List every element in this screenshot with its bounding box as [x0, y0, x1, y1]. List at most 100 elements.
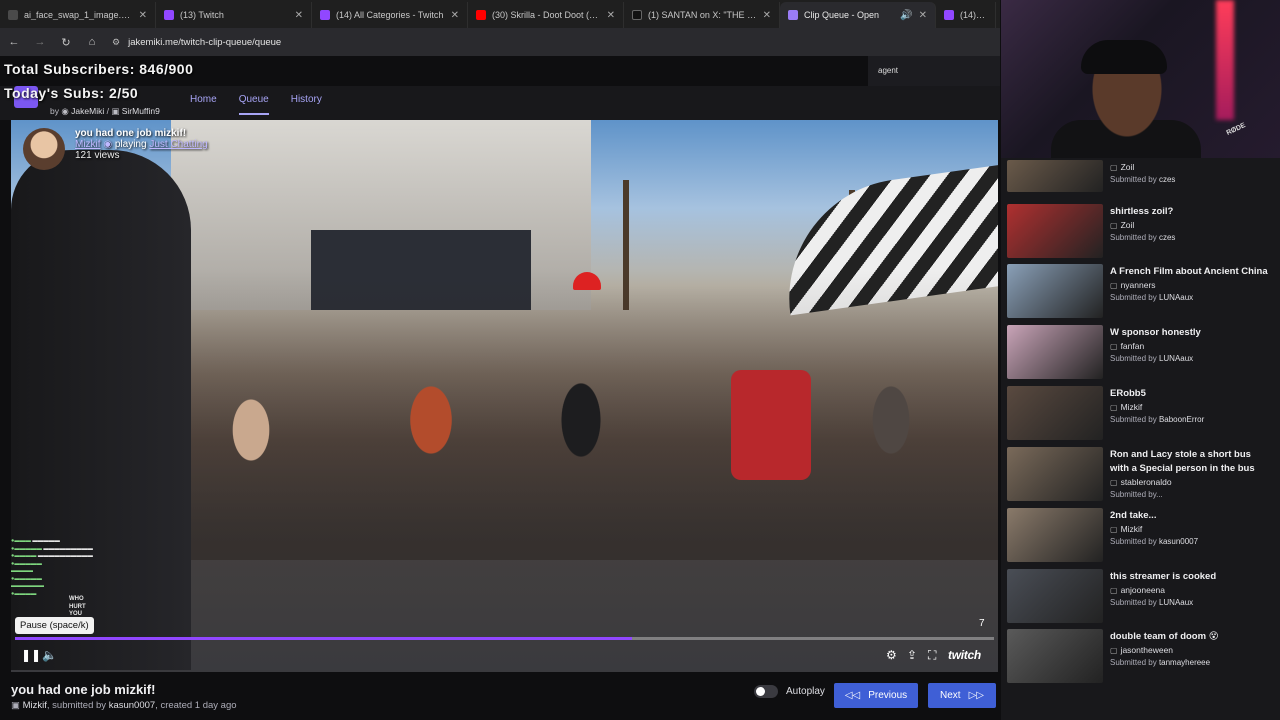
queue-submitter: LUNAaux [1158, 354, 1194, 363]
home-icon[interactable]: ⌂ [86, 36, 98, 48]
browser-tab[interactable]: (1) SANTAN on X: "THE BOY W ✕ [624, 2, 780, 28]
close-tab-icon[interactable]: ✕ [919, 10, 927, 21]
chat-user: ▬▬▬▬ [11, 568, 33, 574]
queue-item[interactable]: this streamer is cooked ▢ anjooneena Submit… [1007, 569, 1277, 625]
settings-gear-icon[interactable]: ⚙ [886, 648, 897, 662]
queue-channel: ▢ stableronaldo [1110, 476, 1268, 489]
tab-title: (13) Twitch [180, 10, 224, 20]
queue-title[interactable]: Ron and Lacy stole a short bus with a Sp… [1110, 448, 1268, 476]
tab-title: ai_face_swap_1_image.png (1548 [24, 10, 133, 20]
close-tab-icon[interactable]: ✕ [763, 10, 771, 21]
queue-channel-name: Zoil [1120, 162, 1135, 172]
queue-thumbnail[interactable] [1007, 325, 1103, 379]
clip-channel[interactable]: Mizkif [23, 700, 47, 711]
pause-icon[interactable]: ❚❚ [21, 648, 41, 662]
progress-bar[interactable] [15, 637, 994, 640]
queue-thumbnail[interactable] [1007, 508, 1103, 562]
queue-item[interactable]: ▢ Zoil Submitted by czes [1007, 160, 1277, 200]
share-icon[interactable]: ⇪ [907, 648, 917, 662]
back-icon[interactable]: ← [8, 36, 20, 48]
previous-button[interactable]: ◁◁ Previous [834, 683, 918, 708]
next-button[interactable]: Next ▷▷ [928, 683, 996, 708]
category-link[interactable]: Just Chatting [149, 139, 207, 150]
channel-link[interactable]: Mizkif [75, 139, 101, 150]
queue-title[interactable]: 2nd take... [1110, 509, 1268, 523]
browser-tab[interactable]: (14) All Categories - Twitch ✕ [312, 2, 468, 28]
chat-overlay: ●▬▬▬ ▬▬▬▬▬ ●▬▬▬▬▬ ▬▬▬▬▬▬▬▬▬ ●▬▬▬▬ ▬▬▬▬▬▬… [11, 538, 93, 617]
queue-item[interactable]: double team of doom 😵 ▢ jasontheween Submit… [1007, 629, 1277, 685]
queue-submitted: Submitted by BaboonError [1110, 414, 1268, 426]
url-field[interactable]: ⚙ jakemiki.me/twitch-clip-queue/queue [112, 37, 281, 48]
submitted-prefix: Submitted by [1110, 175, 1157, 184]
chat-user: ●▬▬▬▬▬ [11, 575, 42, 582]
chat-message: WHO HURT YOU [69, 596, 86, 617]
clip-submitter[interactable]: kasun0007 [109, 700, 155, 711]
queue-thumbnail[interactable] [1007, 264, 1103, 318]
submitted-by-label: , submitted by [46, 700, 107, 711]
close-tab-icon[interactable]: ✕ [607, 10, 615, 21]
site-nav: Home Queue History [190, 94, 322, 115]
queue-submitted: Submitted by czes [1110, 174, 1175, 186]
queue-channel: ▢ jasontheween [1110, 644, 1268, 657]
queue-title[interactable]: ERobb5 [1110, 387, 1268, 401]
queue-title[interactable]: W sponsor honestly [1110, 326, 1268, 340]
overlay-clip-title[interactable]: you had one job mizkif! [75, 128, 208, 139]
browser-tab[interactable]: (30) Skrilla - Doot Doot (6 7) (O ✕ [468, 2, 624, 28]
close-tab-icon[interactable]: ✕ [451, 10, 459, 21]
browser-tab-active[interactable]: Clip Queue - Open 🔊 ✕ [780, 2, 936, 28]
queue-thumbnail[interactable] [1007, 569, 1103, 623]
queue-text: 2nd take... ▢ Mizkif Submitted by kasun0007 [1110, 508, 1268, 564]
queue-item[interactable]: A French Film about Ancient China ▢ nyanne… [1007, 264, 1277, 320]
queue-thumbnail[interactable] [1007, 204, 1103, 258]
queue-item[interactable]: ERobb5 ▢ Mizkif Submitted by BaboonError [1007, 386, 1277, 442]
queue-thumbnail[interactable] [1007, 386, 1103, 440]
close-tab-icon[interactable]: ✕ [139, 10, 147, 21]
reload-icon[interactable]: ↻ [60, 36, 72, 49]
webcam-feed: RØDE [1001, 0, 1280, 158]
queue-title[interactable]: shirtless zoil? [1110, 205, 1268, 219]
channel-icon: ▢ [1110, 221, 1118, 230]
submitted-prefix: Submitted by [1110, 354, 1157, 363]
chat-user: ●▬▬▬▬ [11, 590, 37, 597]
browser-tab[interactable]: (14) (a) [936, 2, 996, 28]
fullscreen-icon[interactable]: ⛶ [928, 648, 936, 663]
forward-icon[interactable]: → [34, 36, 46, 48]
webcam-cap [1081, 40, 1167, 74]
site-info-icon[interactable]: ⚙ [112, 37, 120, 48]
queue-item[interactable]: W sponsor honestly ▢ fanfan Submitted by LU… [1007, 325, 1277, 381]
queue-submitter: kasun0007 [1158, 537, 1199, 546]
queue-title[interactable]: this streamer is cooked [1110, 570, 1268, 584]
channel-icon: ▢ [1110, 403, 1118, 412]
queue-thumbnail[interactable] [1007, 629, 1103, 683]
volume-icon[interactable]: 🔈 [42, 648, 57, 662]
autoplay-toggle[interactable] [754, 685, 778, 698]
nav-history[interactable]: History [291, 94, 322, 115]
browser-tab[interactable]: ai_face_swap_1_image.png (1548 ✕ [0, 2, 156, 28]
queue-channel-name: jasontheween [1120, 645, 1174, 655]
queue-title[interactable]: A French Film about Ancient China [1110, 265, 1268, 279]
queue-thumbnail[interactable] [1007, 447, 1103, 501]
close-tab-icon[interactable]: ✕ [295, 10, 303, 21]
author-link[interactable]: JakeMiki [71, 106, 104, 116]
chat-user: ●▬▬▬▬▬ [11, 545, 42, 552]
channel-icon: ▢ [1110, 342, 1118, 351]
channel-avatar[interactable] [23, 128, 65, 170]
queue-submitter: LUNAaux [1158, 598, 1194, 607]
queue-title[interactable]: double team of doom 😵 [1110, 630, 1268, 644]
queue-item[interactable]: shirtless zoil? ▢ Zoil Submitted by czes [1007, 204, 1277, 260]
nav-home[interactable]: Home [190, 94, 217, 115]
clip-queue: ▢ Zoil Submitted by czes shirtless zoil? ▢ Zo… [1001, 158, 1280, 720]
nav-queue[interactable]: Queue [238, 94, 269, 115]
queue-thumbnail[interactable] [1007, 160, 1103, 192]
speaker-icon[interactable]: 🔊 [900, 10, 912, 21]
video-player[interactable]: you had one job mizkif! Mizkif ◉ playing… [11, 120, 998, 672]
submitted-prefix: Submitted by [1110, 233, 1157, 242]
queue-submitted: Submitted by tanmayhereee [1110, 657, 1268, 669]
browser-tab[interactable]: (13) Twitch ✕ [156, 2, 312, 28]
twitch-logo[interactable]: twitch [948, 648, 981, 662]
progress-fill [15, 637, 632, 640]
clip-title: you had one job mizkif! [11, 682, 156, 697]
queue-item[interactable]: Ron and Lacy stole a short bus with a Sp… [1007, 447, 1277, 503]
queue-item[interactable]: 2nd take... ▢ Mizkif Submitted by kasun0007 [1007, 508, 1277, 564]
author-link[interactable]: SirMuffin9 [122, 106, 160, 116]
